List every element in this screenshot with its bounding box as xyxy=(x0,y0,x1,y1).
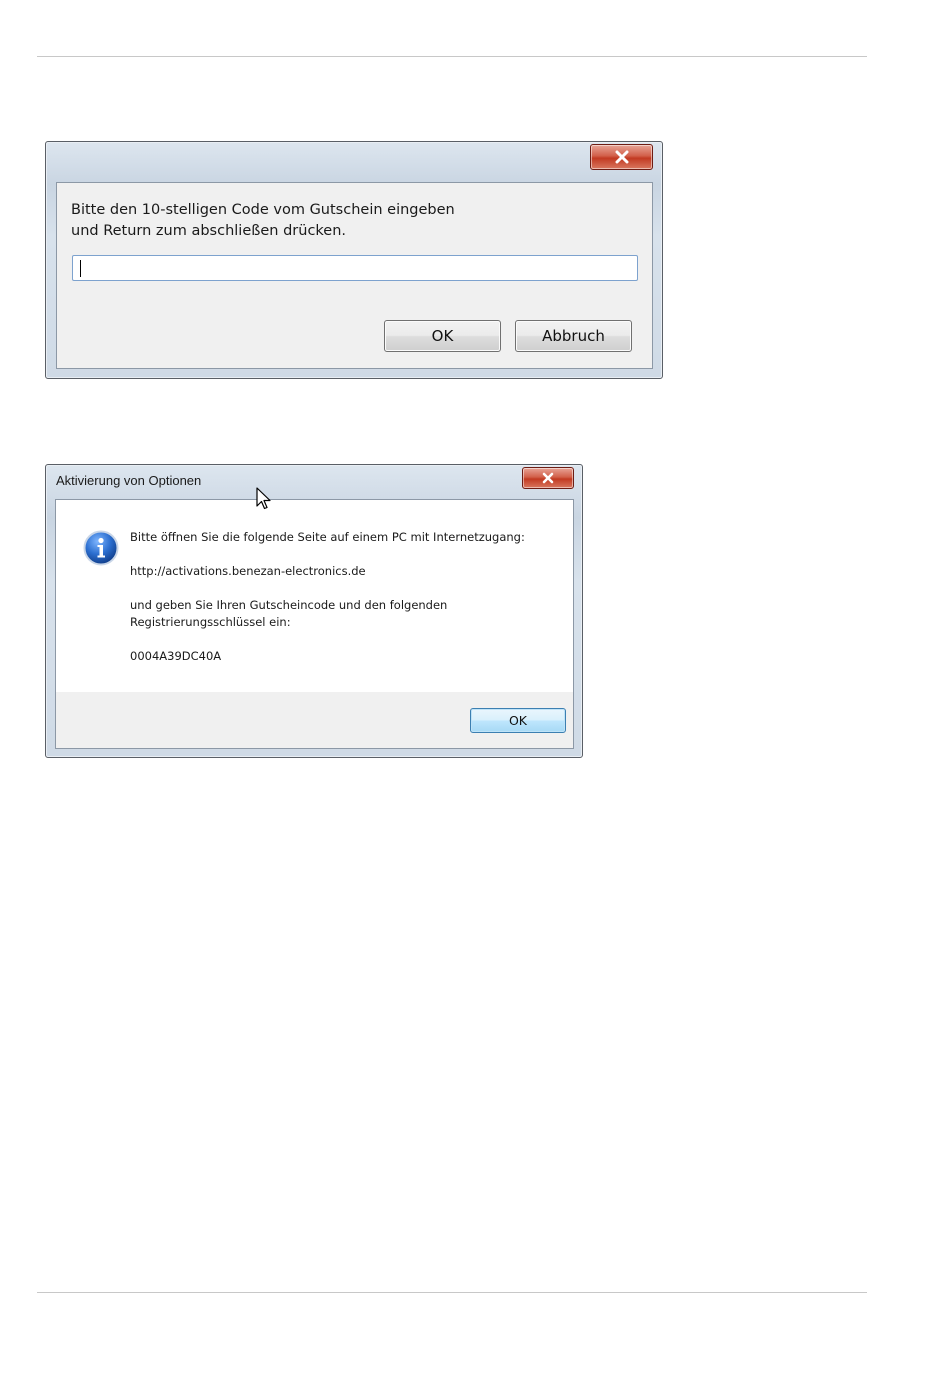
close-icon xyxy=(542,472,554,484)
message-line-4: Registrierungsschlüssel ein: xyxy=(130,615,291,629)
info-icon xyxy=(83,530,119,566)
dialog-client-area: Bitte den 10-stelligen Code vom Gutschei… xyxy=(56,182,653,369)
close-button[interactable] xyxy=(522,467,574,489)
prompt-text: Bitte den 10-stelligen Code vom Gutschei… xyxy=(71,200,455,242)
text-caret xyxy=(80,260,81,277)
voucher-code-dialog: Bitte den 10-stelligen Code vom Gutschei… xyxy=(45,141,663,379)
voucher-code-input[interactable] xyxy=(72,255,638,281)
prompt-line-2: und Return zum abschließen drücken. xyxy=(71,223,347,239)
ok-button[interactable]: OK xyxy=(470,708,566,733)
mouse-pointer-icon xyxy=(256,487,271,510)
registration-key: 0004A39DC40A xyxy=(130,649,222,663)
ok-button[interactable]: OK xyxy=(384,320,501,352)
close-button[interactable] xyxy=(590,144,653,170)
prompt-line-1: Bitte den 10-stelligen Code vom Gutschei… xyxy=(71,202,455,218)
dialog-client-area: Bitte öffnen Sie die folgende Seite auf … xyxy=(55,499,574,749)
footer-rule xyxy=(37,1292,867,1293)
activation-url: http://activations.benezan-electronics.d… xyxy=(130,564,366,578)
cancel-button[interactable]: Abbruch xyxy=(515,320,632,352)
message-line-3: und geben Sie Ihren Gutscheincode und de… xyxy=(130,598,448,612)
activation-dialog: Aktivierung von Optionen Bitte öffnen Si… xyxy=(45,464,583,758)
dialog-footer: OK xyxy=(56,692,573,748)
close-icon xyxy=(615,150,628,164)
message-line-1: Bitte öffnen Sie die folgende Seite auf … xyxy=(130,530,525,544)
header-rule xyxy=(37,56,867,57)
dialog-title: Aktivierung von Optionen xyxy=(56,473,202,488)
